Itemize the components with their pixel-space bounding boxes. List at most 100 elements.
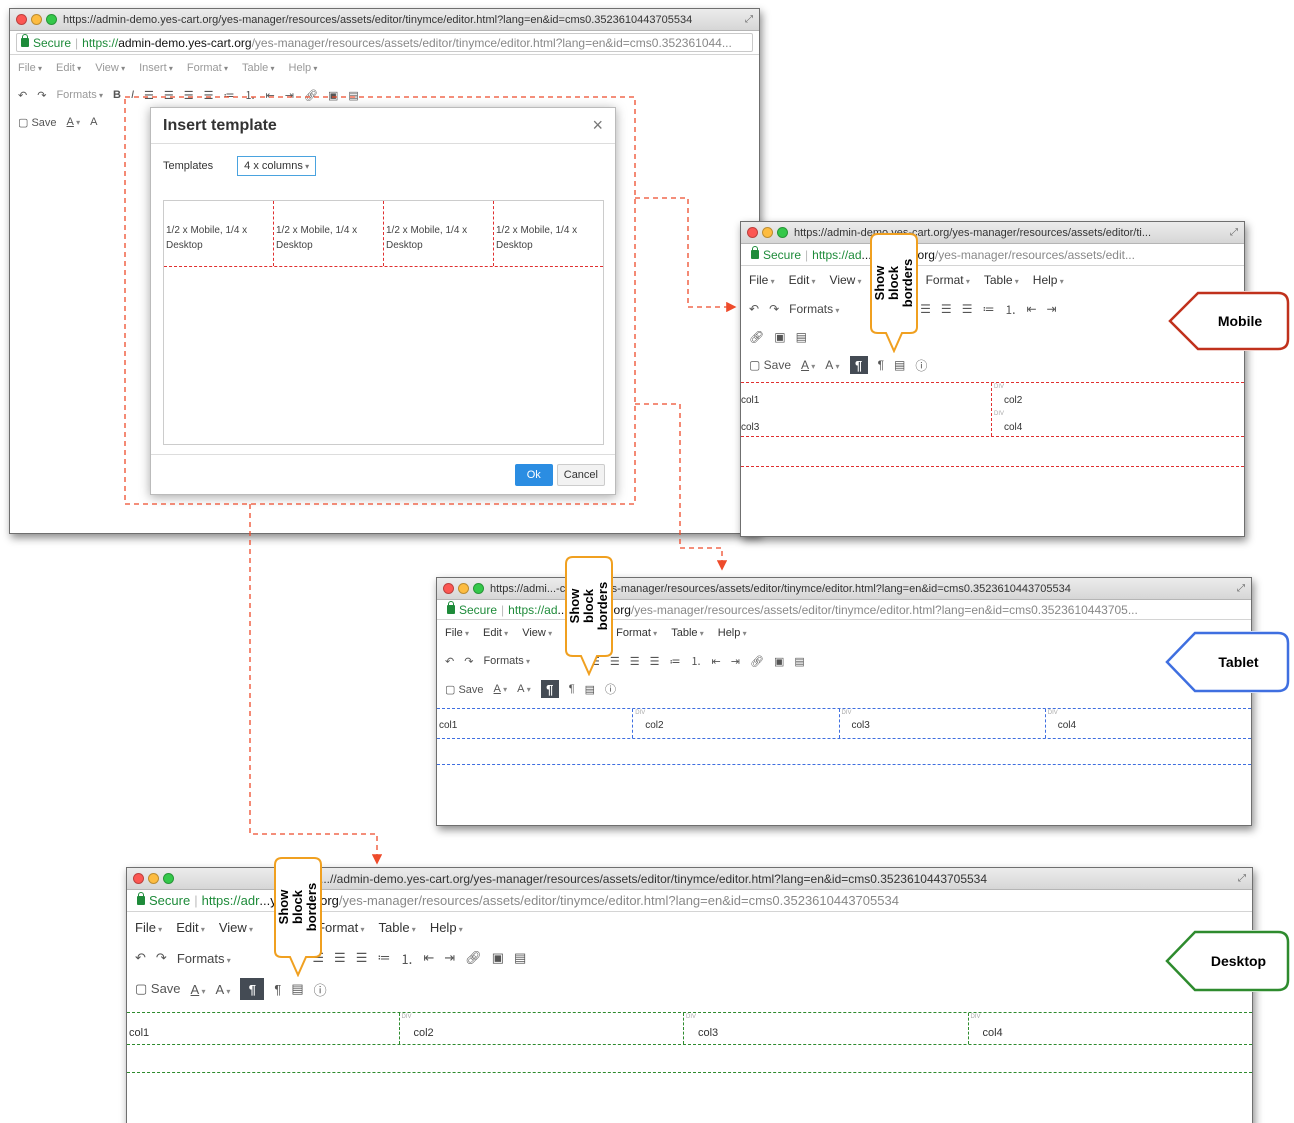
justify-icon[interactable]: ☰ [941,302,952,316]
align-left-icon[interactable]: ☰ [962,302,973,316]
indent-icon[interactable]: ⇥ [285,89,294,102]
image-icon[interactable]: ▣ [492,950,504,966]
menu-format[interactable]: Format [926,273,970,287]
numbered-list-icon[interactable]: ⒈ [245,87,256,103]
formats-dropdown[interactable]: Formats [177,951,231,966]
menu-edit[interactable]: Edit [56,62,81,74]
menu-table[interactable]: Table [671,627,704,639]
align-right-icon[interactable]: ☰ [920,302,931,316]
redo-icon[interactable]: ↷ [464,655,473,668]
numbered-list-icon[interactable]: ⒈ [691,653,702,669]
undo-icon[interactable]: ↶ [18,89,27,102]
template-icon[interactable]: ▤ [585,683,595,696]
fullscreen-icon[interactable]: ⤢ [1237,583,1245,594]
align-right-icon[interactable]: ☰ [630,655,640,668]
indent-icon[interactable]: ⇥ [731,655,740,668]
fullscreen-icon[interactable]: ⤢ [745,14,753,25]
link-icon[interactable]: 🔗︎ [465,950,482,966]
redo-icon[interactable]: ↷ [156,950,167,966]
formats-dropdown[interactable]: Formats [789,302,839,316]
close-window-icon[interactable] [747,227,758,238]
bullet-list-icon[interactable]: ≔ [224,89,235,102]
media-icon[interactable]: ▤ [796,330,807,344]
media-icon[interactable]: ▤ [348,89,358,102]
close-window-icon[interactable] [16,14,27,25]
menu-edit[interactable]: Edit [789,273,816,287]
bg-color-icon[interactable]: A [517,683,531,695]
menu-format[interactable]: Format [616,627,657,639]
show-blocks-button[interactable]: ¶ [240,978,265,1000]
menu-view[interactable]: View [95,62,125,74]
show-blocks-button[interactable]: ¶ [849,356,868,374]
save-button[interactable]: ▢ Save [135,981,181,997]
menu-view[interactable]: View [219,920,253,935]
text-color-icon[interactable]: A [494,683,508,695]
menu-table[interactable]: Table [242,62,275,74]
menu-edit[interactable]: Edit [483,627,508,639]
indent-icon[interactable]: ⇥ [1047,302,1057,316]
menu-help[interactable]: Help [718,627,747,639]
ok-button[interactable]: Ok [514,463,553,486]
close-icon[interactable]: × [592,115,603,136]
numbered-list-icon[interactable]: ⒈ [1004,301,1016,318]
media-icon[interactable]: ▤ [514,950,526,966]
address-bar[interactable]: Secure | https://ad ...yes-cart.org /yes… [741,244,1244,266]
show-blocks-button[interactable]: ¶ [540,680,559,698]
editor-content[interactable]: col1 col3 DIV col2 DIV col4 [741,382,1244,467]
menu-edit[interactable]: Edit [176,920,205,935]
paragraph-icon[interactable]: ¶ [569,683,575,695]
menu-format[interactable]: Format [187,62,228,74]
undo-icon[interactable]: ↶ [445,655,454,668]
media-icon[interactable]: ▤ [794,655,804,668]
image-icon[interactable]: ▣ [774,330,785,344]
align-center-icon[interactable]: ☰ [164,89,174,102]
menu-view[interactable]: View [830,273,862,287]
zoom-window-icon[interactable] [473,583,484,594]
menu-help[interactable]: Help [430,920,463,935]
template-icon[interactable]: ▤ [291,981,303,997]
minimize-window-icon[interactable] [31,14,42,25]
text-color-icon[interactable]: A [191,982,206,997]
undo-icon[interactable]: ↶ [749,302,759,316]
menu-insert[interactable]: Insert [139,62,173,74]
save-button[interactable]: ▢ Save [749,358,791,372]
templates-select[interactable]: 4 x columns [237,156,317,176]
align-left-icon[interactable]: ☰ [144,89,154,102]
cancel-button[interactable]: Cancel [556,463,605,486]
paragraph-icon[interactable]: ¶ [274,982,281,997]
menu-view[interactable]: View [522,627,552,639]
image-icon[interactable]: ▣ [328,89,338,102]
menu-table[interactable]: Table [984,273,1019,287]
bullet-list-icon[interactable]: ≔ [670,655,681,668]
bg-color-icon[interactable]: A [825,358,839,372]
zoom-window-icon[interactable] [163,873,174,884]
fullscreen-icon[interactable]: ⤢ [1230,227,1238,238]
indent-icon[interactable]: ⇥ [444,950,455,966]
text-color-icon[interactable]: A [67,116,81,128]
align-right-icon[interactable]: ☰ [334,950,346,966]
help-icon[interactable]: ⓘ [314,980,327,999]
bg-color-icon[interactable]: A [215,982,230,997]
redo-icon[interactable]: ↷ [769,302,779,316]
menu-file[interactable]: File [445,627,469,639]
menu-file[interactable]: File [749,273,775,287]
bg-color-icon[interactable]: A [90,116,97,128]
zoom-window-icon[interactable] [46,14,57,25]
editor-content[interactable]: col1 DIV col2 DIV col3 DIV col4 [127,1012,1252,1073]
justify-icon[interactable]: ☰ [650,655,660,668]
fullscreen-icon[interactable]: ⤢ [1238,873,1246,884]
link-icon[interactable]: 🔗︎ [304,89,318,102]
justify-icon[interactable]: ☰ [356,950,368,966]
outdent-icon[interactable]: ⇤ [266,89,275,102]
undo-icon[interactable]: ↶ [135,950,146,966]
outdent-icon[interactable]: ⇤ [1026,302,1036,316]
menu-file[interactable]: File [135,920,162,935]
link-icon[interactable]: 🔗︎ [749,330,764,344]
numbered-list-icon[interactable]: ⒈ [400,949,413,968]
close-window-icon[interactable] [133,873,144,884]
save-button[interactable]: ▢ Save [18,116,57,129]
align-right-icon[interactable]: ☰ [184,89,194,102]
minimize-window-icon[interactable] [148,873,159,884]
redo-icon[interactable]: ↷ [37,89,46,102]
address-bar[interactable]: Secure | https:// admin-demo.yes-cart.or… [10,31,759,55]
